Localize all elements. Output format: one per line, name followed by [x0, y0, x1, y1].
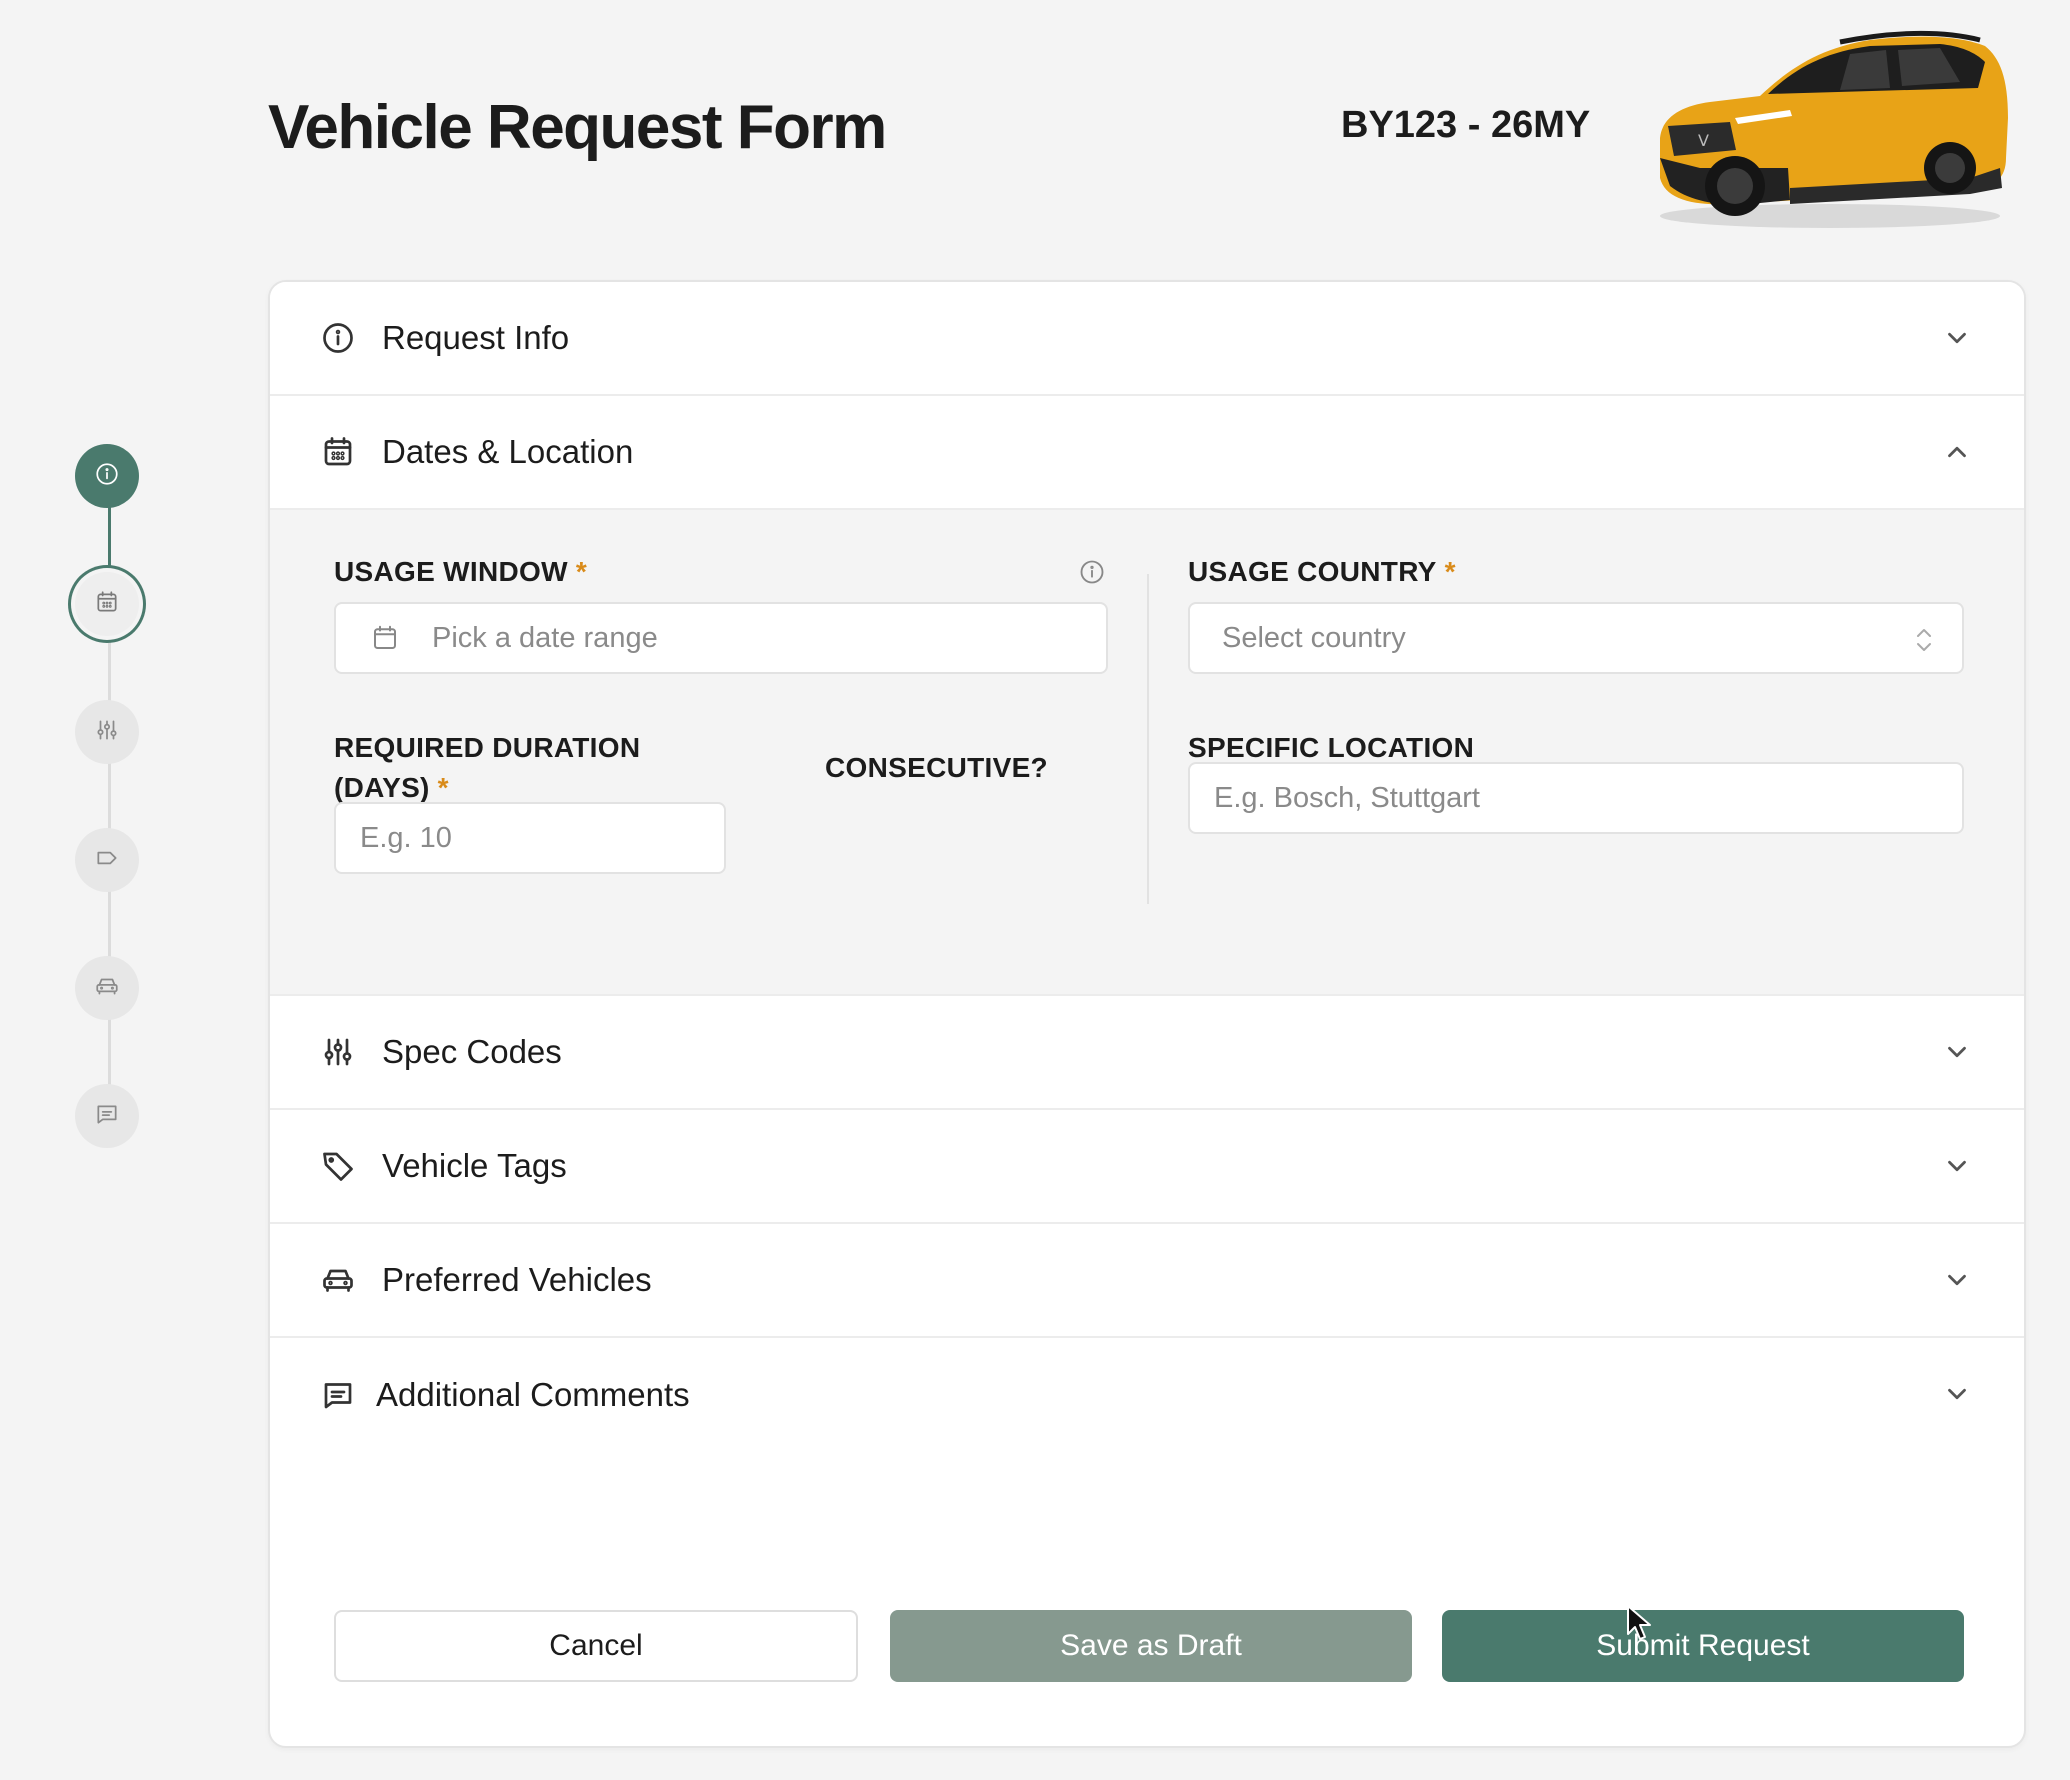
section-title: Request Info [382, 319, 570, 356]
step-additional-comments[interactable] [75, 1084, 139, 1148]
model-code: BY123 - 26MY [1341, 104, 1591, 146]
duration-input[interactable]: E.g. 10 [334, 802, 726, 874]
section-title: Dates & Location [382, 433, 634, 470]
cancel-button[interactable]: Cancel [334, 1610, 858, 1682]
mouse-cursor-icon [1626, 1604, 1652, 1642]
form-card: Request Info Dates & Location USAGE WIND… [268, 280, 2026, 1748]
section-request-info[interactable]: Request Info [270, 282, 2024, 396]
calendar-icon [370, 623, 400, 653]
car-icon [94, 973, 120, 1004]
section-title: Preferred Vehicles [382, 1261, 652, 1298]
page-title: Vehicle Request Form [268, 93, 887, 162]
location-placeholder: E.g. Bosch, Stuttgart [1214, 781, 1480, 814]
country-placeholder: Select country [1222, 621, 1406, 654]
dates-location-body: USAGE WINDOW * Pick a date range REQUIRED… [270, 510, 2024, 996]
required-duration-label: REQUIRED DURATION (DAYS) * [334, 732, 641, 803]
tag-icon [320, 1148, 356, 1184]
step-vehicle-tags[interactable] [75, 828, 139, 892]
section-vehicle-tags[interactable]: Vehicle Tags [270, 1110, 2024, 1224]
section-title: Additional Comments [376, 1376, 690, 1413]
step-spec-codes[interactable] [75, 700, 139, 764]
calendar-icon [94, 589, 120, 620]
section-title: Vehicle Tags [382, 1147, 567, 1184]
duration-placeholder: E.g. 10 [360, 821, 452, 854]
step-request-info[interactable] [75, 444, 139, 508]
section-spec-codes[interactable]: Spec Codes [270, 996, 2024, 1110]
car-icon [320, 1262, 356, 1298]
chevron-down-icon[interactable] [1942, 1379, 1972, 1409]
section-dates-location[interactable]: Dates & Location [270, 396, 2024, 510]
country-select[interactable]: Select country [1188, 602, 1964, 674]
info-icon[interactable] [1078, 558, 1106, 586]
step-preferred-vehicles[interactable] [75, 956, 139, 1020]
vehicle-image: V [1640, 18, 2015, 233]
chevron-down-icon[interactable] [1942, 1151, 1972, 1181]
chevron-down-icon[interactable] [1942, 323, 1972, 353]
calendar-icon [320, 434, 356, 470]
sliders-icon [320, 1034, 356, 1070]
date-range-picker[interactable]: Pick a date range [334, 602, 1108, 674]
specific-location-input[interactable]: E.g. Bosch, Stuttgart [1188, 762, 1964, 834]
submit-request-button[interactable]: Submit Request [1442, 1610, 1964, 1682]
usage-country-label: USAGE COUNTRY * [1188, 556, 1456, 587]
consecutive-label: CONSECUTIVE? [825, 752, 1048, 783]
info-icon [94, 461, 120, 492]
section-additional-comments[interactable]: Additional Comments [270, 1338, 2024, 1452]
chevron-up-icon[interactable] [1942, 437, 1972, 467]
comment-icon [94, 1101, 120, 1132]
date-range-placeholder: Pick a date range [432, 621, 658, 654]
chevron-down-icon[interactable] [1942, 1265, 1972, 1295]
tag-icon [94, 845, 120, 876]
chevron-down-icon[interactable] [1942, 1037, 1972, 1067]
save-draft-button[interactable]: Save as Draft [890, 1610, 1412, 1682]
info-icon [320, 320, 356, 356]
chevron-updown-icon [1912, 624, 1936, 656]
usage-window-label: USAGE WINDOW * [334, 556, 588, 587]
svg-text:V: V [1698, 131, 1709, 150]
step-dates-location[interactable] [75, 572, 139, 636]
section-preferred-vehicles[interactable]: Preferred Vehicles [270, 1224, 2024, 1338]
sliders-icon [94, 717, 120, 748]
section-title: Spec Codes [382, 1033, 562, 1070]
column-divider [1147, 574, 1149, 904]
comment-icon [320, 1377, 356, 1413]
